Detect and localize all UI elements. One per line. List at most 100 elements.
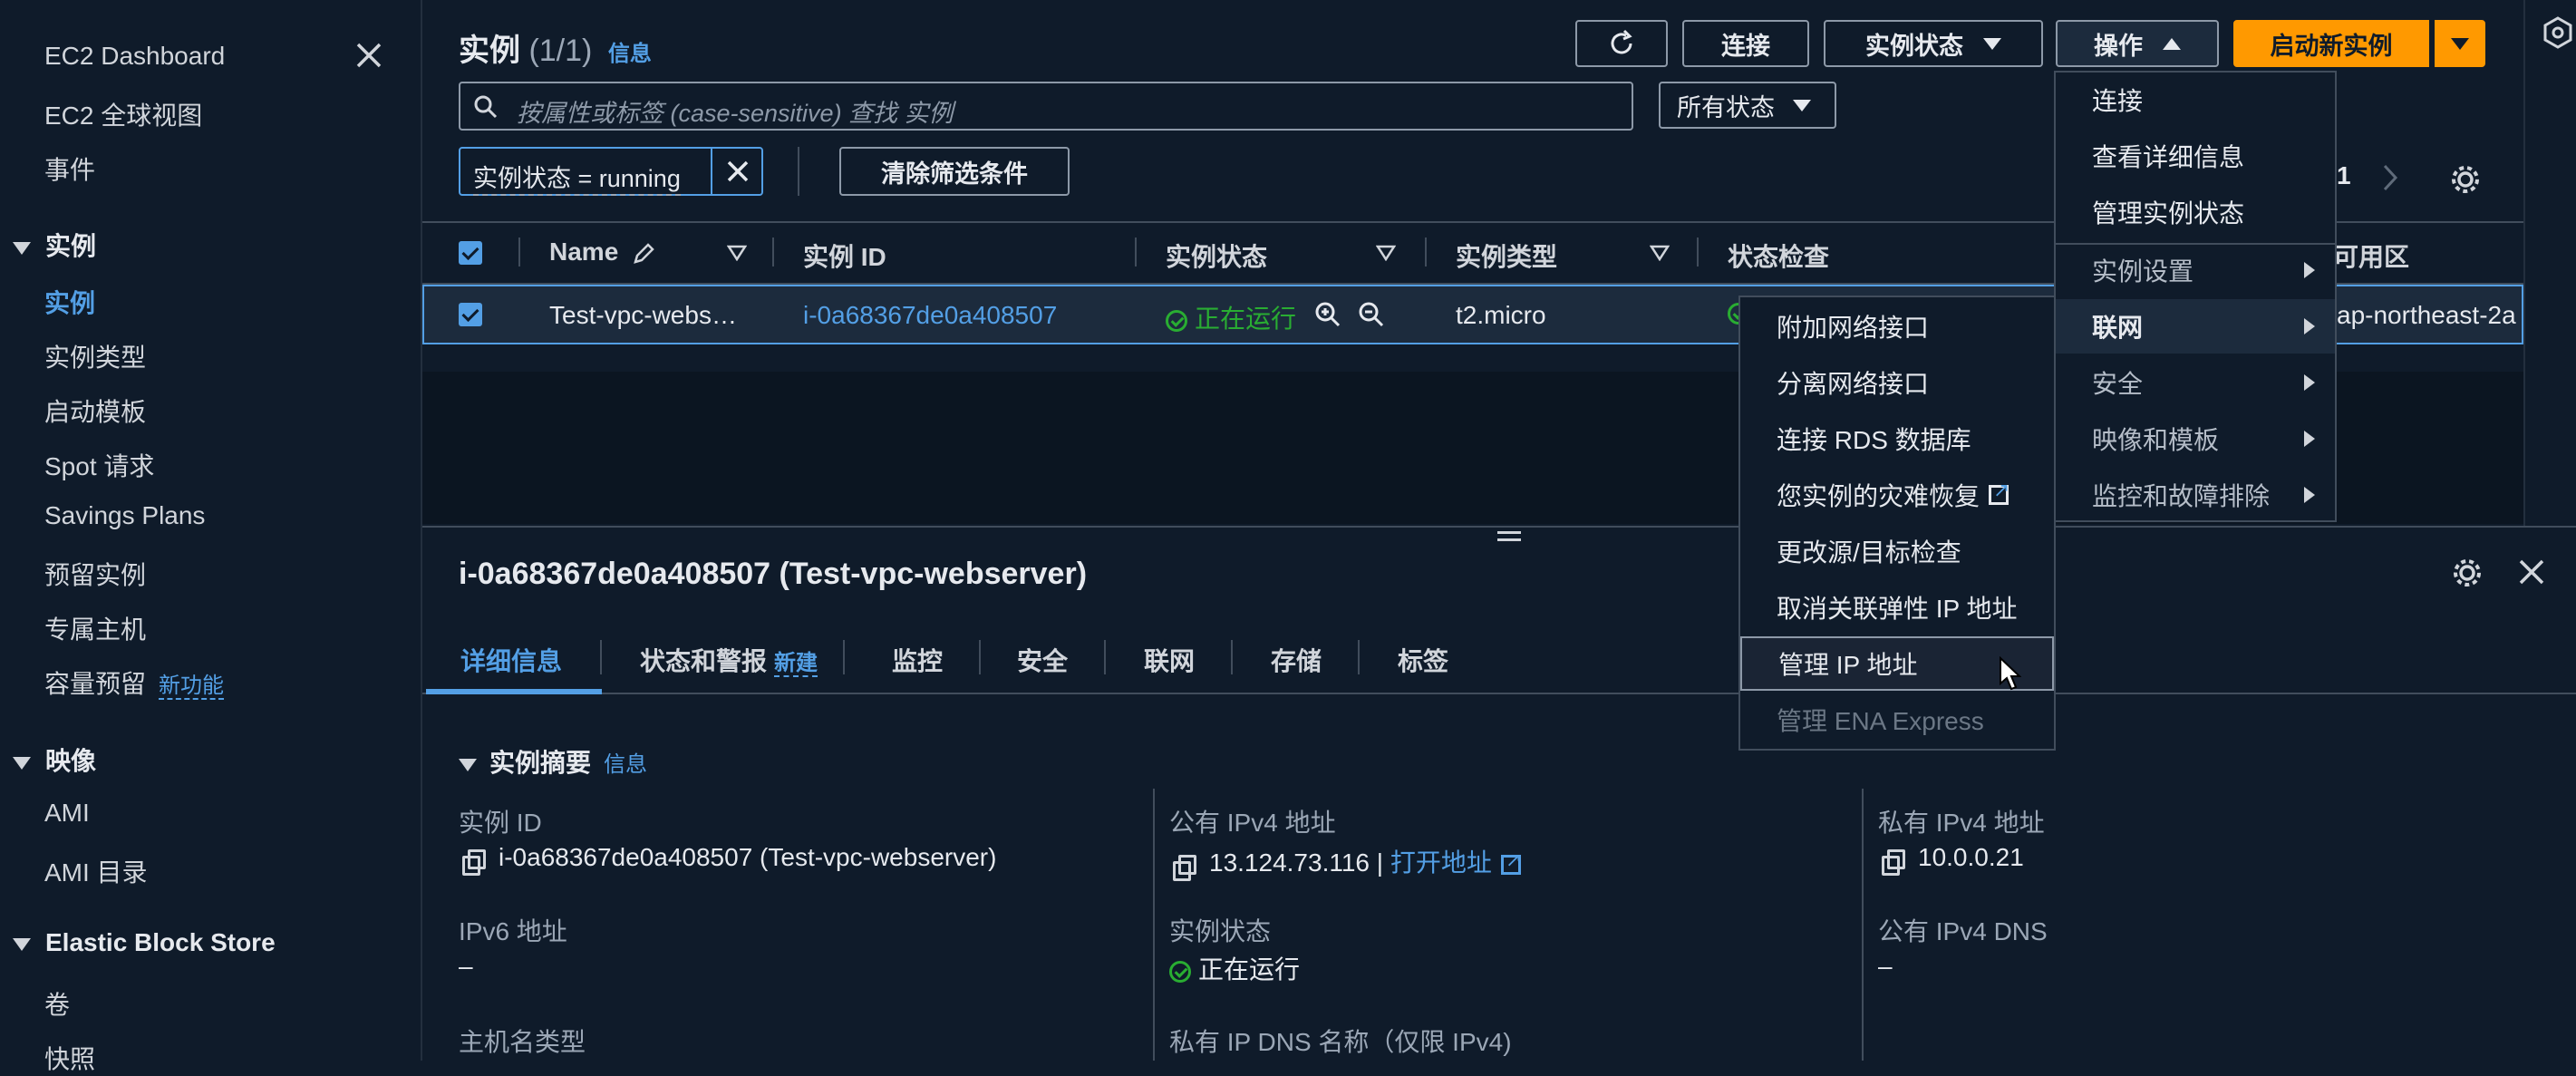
copy-icon[interactable] (1882, 848, 1905, 876)
new-badge: 新功能 (159, 674, 225, 700)
search-placeholder: 按属性或标签 (case-sensitive) 查找 实例 (517, 100, 954, 127)
sidebar-item-capacity-reservations[interactable]: 容量预留 新功能 (44, 664, 225, 701)
sort-icon[interactable] (1650, 245, 1670, 261)
collapse-icon (13, 241, 31, 255)
submenu-connect-rds[interactable]: 连接 RDS 数据库 (1740, 412, 2054, 466)
submenu-disaster-recovery[interactable]: 您实例的灾难恢复 (1740, 468, 2054, 522)
column-header-az[interactable]: 可用区 (2333, 237, 2409, 274)
select-all-checkbox[interactable] (459, 241, 482, 265)
row-az: ap-northeast-2a (2337, 301, 2516, 329)
scrollbar-track[interactable] (2523, 0, 2576, 526)
next-page-icon[interactable] (2380, 163, 2400, 192)
sidebar-item-instance-types[interactable]: 实例类型 (44, 338, 146, 374)
copy-icon[interactable] (1173, 854, 1196, 881)
sidebar-item-volumes[interactable]: 卷 (44, 985, 70, 1022)
actions-button[interactable]: 操作 (2056, 20, 2219, 67)
sidebar-section-instances[interactable]: 实例 (13, 227, 96, 263)
sidebar-item-dedicated-hosts[interactable]: 专属主机 (44, 610, 146, 646)
gear-icon[interactable] (2451, 557, 2484, 589)
search-input[interactable]: 按属性或标签 (case-sensitive) 查找 实例 (459, 82, 1633, 131)
copy-icon[interactable] (462, 848, 486, 876)
menu-item-security[interactable]: 安全 (2056, 355, 2335, 410)
tab-details[interactable]: 详细信息 (460, 642, 562, 678)
tab-monitoring[interactable]: 监控 (892, 642, 943, 678)
hostname-type-label: 主机名类型 (459, 1028, 586, 1056)
chevron-up-icon (2163, 37, 2181, 50)
sort-icon[interactable] (1376, 245, 1396, 261)
ipv6-value: – (459, 952, 473, 980)
sidebar-item-ec2-dashboard[interactable]: EC2 Dashboard (44, 42, 225, 71)
row-checkbox[interactable] (459, 303, 482, 326)
tab-tags[interactable]: 标签 (1398, 642, 1448, 678)
cloudshell-icon[interactable] (2543, 16, 2572, 49)
menu-item-networking[interactable]: 联网 (2056, 299, 2335, 354)
sidebar-item-reserved-instances[interactable]: 预留实例 (44, 556, 146, 592)
state-filter-select[interactable]: 所有状态 (1659, 82, 1836, 129)
row-instance-id-link[interactable]: i-0a68367de0a408507 (803, 301, 1057, 330)
column-header-name[interactable]: Name (549, 237, 656, 267)
details-title: i-0a68367de0a408507 (Test-vpc-webserver) (459, 557, 1088, 591)
state-label: 实例状态 (1169, 917, 1272, 945)
menu-item-view-details[interactable]: 查看详细信息 (2056, 129, 2335, 183)
submenu-detach-eni[interactable]: 分离网络接口 (1740, 355, 2054, 410)
connect-button[interactable]: 连接 (1682, 20, 1809, 67)
private-ipv4-value: 10.0.0.21 (1882, 843, 2024, 876)
sidebar-item-ami[interactable]: AMI (44, 799, 90, 828)
remove-filter-icon[interactable] (725, 159, 751, 184)
sidebar-item-global-view[interactable]: EC2 全球视图 (44, 96, 202, 132)
column-header-state[interactable]: 实例状态 (1166, 237, 1267, 274)
zoom-in-icon[interactable] (1314, 301, 1341, 328)
instance-id-value: i-0a68367de0a408507 (Test-vpc-webserver) (462, 843, 996, 876)
menu-item-images-templates[interactable]: 映像和模板 (2056, 412, 2335, 466)
column-separator (1425, 237, 1427, 267)
sort-icon[interactable] (727, 245, 747, 261)
sidebar-item-spot-requests[interactable]: Spot 请求 (44, 447, 154, 483)
submenu-attach-eni[interactable]: 附加网络接口 (1740, 299, 2054, 354)
tab-security[interactable]: 安全 (1017, 642, 1068, 678)
sidebar-item-ami-catalog[interactable]: AMI 目录 (44, 853, 148, 889)
current-page[interactable]: 1 (2337, 161, 2351, 190)
menu-item-manage-state[interactable]: 管理实例状态 (2056, 185, 2335, 239)
private-dns-label: 私有 IP DNS 名称（仅限 IPv4) (1169, 1028, 1512, 1056)
info-link[interactable]: 信息 (604, 752, 647, 777)
menu-item-instance-settings[interactable]: 实例设置 (2056, 243, 2335, 297)
menu-item-connect[interactable]: 连接 (2056, 73, 2335, 127)
launch-dropdown-button[interactable] (2435, 20, 2485, 67)
column-header-type[interactable]: 实例类型 (1456, 237, 1557, 274)
sidebar-item-instances[interactable]: 实例 (44, 284, 95, 320)
row-state: 正在运行 (1166, 299, 1296, 335)
column-header-status-check[interactable]: 状态检查 (1728, 237, 1829, 274)
tab-status-alarms[interactable]: 状态和警报 新建 (640, 642, 818, 678)
menu-item-monitor-troubleshoot[interactable]: 监控和故障排除 (2056, 468, 2335, 522)
sidebar-item-events[interactable]: 事件 (44, 150, 95, 187)
collapse-icon (13, 756, 31, 770)
tab-networking[interactable]: 联网 (1144, 642, 1195, 678)
submenu-source-dest-check[interactable]: 更改源/目标检查 (1740, 524, 2054, 578)
refresh-button[interactable] (1575, 20, 1668, 67)
mouse-cursor-icon (2000, 656, 2021, 691)
filter-token-label[interactable]: 实例状态 = running (473, 159, 681, 196)
sidebar-section-ebs[interactable]: Elastic Block Store (13, 928, 276, 957)
gear-icon[interactable] (2449, 163, 2482, 196)
filter-token-divider (711, 149, 712, 194)
open-address-link[interactable]: 打开地址 (1390, 848, 1492, 877)
resize-handle[interactable] (1497, 529, 1521, 542)
zoom-out-icon[interactable] (1358, 301, 1385, 328)
column-header-instance-id[interactable]: 实例 ID (803, 237, 886, 274)
sidebar-item-launch-templates[interactable]: 启动模板 (44, 393, 146, 429)
ipv6-label: IPv6 地址 (459, 917, 567, 945)
launch-instance-button[interactable]: 启动新实例 (2233, 20, 2429, 67)
filter-token: 实例状态 = running (459, 147, 763, 196)
info-link[interactable]: 信息 (608, 42, 652, 66)
sidebar-item-snapshots[interactable]: 快照 (44, 1040, 95, 1076)
sidebar-section-images[interactable]: 映像 (13, 742, 96, 778)
external-link-icon (1500, 848, 1522, 875)
clear-filters-button[interactable]: 清除筛选条件 (839, 147, 1070, 196)
tab-storage[interactable]: 存储 (1271, 642, 1322, 678)
summary-header[interactable]: 实例摘要 信息 (459, 743, 647, 780)
sidebar-item-savings-plans[interactable]: Savings Plans (44, 501, 205, 530)
close-icon[interactable] (2516, 557, 2547, 587)
submenu-disassociate-eip[interactable]: 取消关联弹性 IP 地址 (1740, 580, 2054, 635)
instance-state-button[interactable]: 实例状态 (1824, 20, 2043, 67)
close-sidebar-icon[interactable] (353, 40, 384, 71)
